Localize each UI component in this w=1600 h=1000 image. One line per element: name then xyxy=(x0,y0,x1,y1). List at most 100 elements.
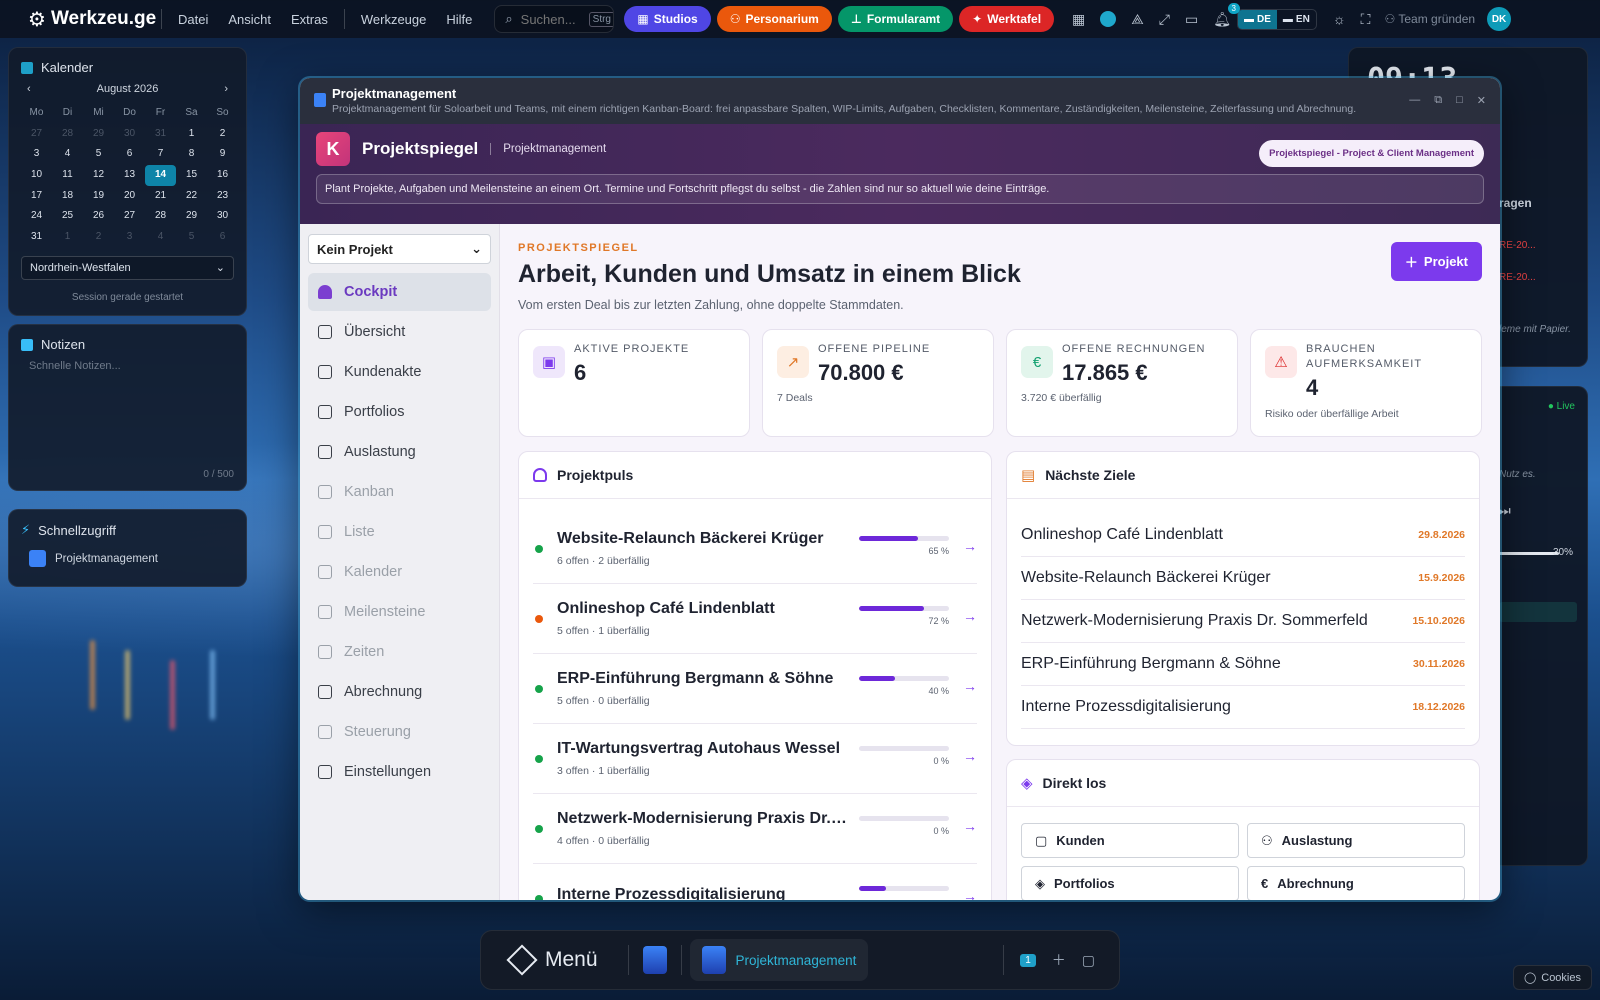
bell-icon[interactable]: 🔔︎ 3 xyxy=(1213,2,1240,28)
stat-card[interactable]: ⚠ Brauchen Aufmerksamkeit 4 Risiko oder übe… xyxy=(1250,329,1482,437)
restore-icon[interactable]: ⧉ xyxy=(1434,94,1442,107)
calendar-day[interactable]: 27 xyxy=(114,206,145,227)
project-row[interactable]: Interne Prozessdigitalisierung → xyxy=(533,864,977,900)
sun-icon[interactable]: ☼ xyxy=(1333,11,1346,27)
sidebar-item-cockpit[interactable]: Cockpit xyxy=(308,273,491,311)
close-icon[interactable]: ✕ xyxy=(1477,94,1486,107)
goal-row[interactable]: ERP-Einführung Bergmann & Söhne 30.11.202… xyxy=(1021,643,1465,686)
volume-slider[interactable] xyxy=(1499,552,1559,555)
direct-abrechnung-button[interactable]: € Abrechnung xyxy=(1247,866,1465,900)
quickaccess-item[interactable]: Projektmanagement xyxy=(9,546,246,571)
sidebar-item-steuerung[interactable]: Steuerung xyxy=(308,713,491,751)
arrow-right-icon[interactable]: → xyxy=(963,818,977,834)
calendar-day[interactable]: 8 xyxy=(176,144,207,165)
goal-row[interactable]: Website-Relaunch Bäckerei Krüger 15.9.202… xyxy=(1021,557,1465,600)
calendar-day[interactable]: 23 xyxy=(207,186,238,207)
calendar-day[interactable]: 21 xyxy=(145,186,176,207)
sidebar-item-zeiten[interactable]: Zeiten xyxy=(308,633,491,671)
sidebar-item-abrechnung[interactable]: Abrechnung xyxy=(308,673,491,711)
app-logo[interactable]: ⚙ Werkzeu.ge xyxy=(0,7,156,32)
calendar-day[interactable]: 31 xyxy=(145,124,176,145)
grid-icon[interactable]: ▦ xyxy=(1072,11,1085,28)
lang-de[interactable]: ▬ DE xyxy=(1238,9,1277,29)
sidebar-item--bersicht[interactable]: Übersicht xyxy=(308,313,491,351)
project-select[interactable]: Kein Projekt ⌄ xyxy=(308,234,491,264)
language-switch[interactable]: ▬ DE ▬ EN xyxy=(1237,8,1317,30)
calendar-day[interactable]: 19 xyxy=(83,186,114,207)
calendar-day[interactable]: 9 xyxy=(207,144,238,165)
chevron-right-icon[interactable]: › xyxy=(224,83,228,95)
region-select[interactable]: Nordrhein-Westfalen ⌄ xyxy=(21,255,234,280)
menu-extras[interactable]: Extras xyxy=(291,12,328,27)
calendar-day[interactable]: 1 xyxy=(176,124,207,145)
search-input[interactable] xyxy=(520,11,581,27)
calendar-day[interactable]: 3 xyxy=(114,227,145,248)
expand-icon[interactable]: ⤢ xyxy=(1159,11,1170,28)
calendar-day[interactable]: 30 xyxy=(114,124,145,145)
start-menu-button[interactable]: Menü xyxy=(481,944,628,976)
calendar-day[interactable]: 16 xyxy=(207,165,238,186)
calendar-day[interactable]: 26 xyxy=(83,206,114,227)
calendar-day[interactable]: 1 xyxy=(52,227,83,248)
sidebar-item-liste[interactable]: Liste xyxy=(308,513,491,551)
menu-hilfe[interactable]: Hilfe xyxy=(446,12,472,27)
window-titlebar[interactable]: Projektmanagement Projektmanagement für … xyxy=(300,78,1500,124)
calendar-day[interactable]: 29 xyxy=(83,124,114,145)
team-link[interactable]: ⚇ Team gründen xyxy=(1384,12,1475,26)
goal-row[interactable]: Netzwerk-Modernisierung Praxis Dr. Somme… xyxy=(1021,600,1465,643)
calendar-day[interactable]: 4 xyxy=(145,227,176,248)
calendar-day[interactable]: 27 xyxy=(21,124,52,145)
menu-werkzeuge[interactable]: Werkzeuge xyxy=(361,12,427,27)
project-row[interactable]: ERP-Einführung Bergmann & Söhne 5 offen ·… xyxy=(533,654,977,724)
calendar-day[interactable]: 6 xyxy=(207,227,238,248)
goal-row[interactable]: Interne Prozessdigitalisierung 18.12.2026 xyxy=(1021,686,1465,729)
notes-input[interactable]: Schnelle Notizen... xyxy=(9,360,246,372)
calendar-day[interactable]: 24 xyxy=(21,206,52,227)
stat-card[interactable]: € Offene Rechnungen 17.865 € 3.720 € überfä… xyxy=(1006,329,1238,437)
direct-kunden-button[interactable]: ▢ Kunden xyxy=(1021,823,1239,858)
calendar-day[interactable]: 20 xyxy=(114,186,145,207)
calendar-day[interactable]: 18 xyxy=(52,186,83,207)
stat-card[interactable]: ▣ Aktive Projekte 6 xyxy=(518,329,750,437)
calendar-day[interactable]: 7 xyxy=(145,144,176,165)
calendar-day[interactable]: 14 xyxy=(145,165,176,186)
menu-datei[interactable]: Datei xyxy=(178,12,208,27)
sidebar-item-auslastung[interactable]: Auslastung xyxy=(308,433,491,471)
maximize-icon[interactable]: □ xyxy=(1456,94,1463,107)
sidebar-item-einstellungen[interactable]: Einstellungen xyxy=(308,753,491,791)
calendar-day[interactable]: 22 xyxy=(176,186,207,207)
plus-icon[interactable]: ＋ xyxy=(1052,950,1066,970)
calendar-day[interactable]: 2 xyxy=(207,124,238,145)
fullscreen-icon[interactable]: ⛶ xyxy=(1361,11,1371,28)
calendar-day[interactable]: 17 xyxy=(21,186,52,207)
calendar-day[interactable]: 28 xyxy=(145,206,176,227)
calendar-day[interactable]: 31 xyxy=(21,227,52,248)
calendar-day[interactable]: 12 xyxy=(83,165,114,186)
calendar-day[interactable]: 4 xyxy=(52,144,83,165)
calendar-day[interactable]: 3 xyxy=(21,144,52,165)
network-icon[interactable]: ⟁ xyxy=(1131,11,1144,28)
pill-werktafel[interactable]: ✦ Werktafel xyxy=(959,6,1055,32)
pill-personarium[interactable]: ⚇ Personarium xyxy=(716,6,832,32)
arrow-right-icon[interactable]: → xyxy=(963,608,977,624)
arrow-right-icon[interactable]: → xyxy=(963,678,977,694)
calendar-day[interactable]: 28 xyxy=(52,124,83,145)
pill-formularamt[interactable]: ⊥ Formularamt xyxy=(837,6,954,32)
workspace-indicator[interactable]: 1 xyxy=(1020,953,1036,967)
minimize-icon[interactable]: — xyxy=(1409,94,1420,107)
calendar-day[interactable]: 6 xyxy=(114,144,145,165)
sidebar-item-kalender[interactable]: Kalender xyxy=(308,553,491,591)
calendar-day[interactable]: 29 xyxy=(176,206,207,227)
direct-portfolios-button[interactable]: ◈ Portfolios xyxy=(1021,866,1239,900)
desktop-icon[interactable]: ▢ xyxy=(1082,952,1095,969)
calendar-day[interactable]: 15 xyxy=(176,165,207,186)
sidebar-item-meilensteine[interactable]: Meilensteine xyxy=(308,593,491,631)
direct-auslastung-button[interactable]: ⚇ Auslastung xyxy=(1247,823,1465,858)
project-row[interactable]: Website-Relaunch Bäckerei Krüger 6 offen … xyxy=(533,514,977,584)
arrow-right-icon[interactable]: → xyxy=(963,748,977,764)
arrow-right-icon[interactable]: → xyxy=(963,538,977,554)
calendar-day[interactable]: 5 xyxy=(83,144,114,165)
search-box[interactable]: ⌕ Strg xyxy=(494,5,615,33)
project-row[interactable]: Netzwerk-Modernisierung Praxis Dr. Somme… xyxy=(533,794,977,864)
new-project-button[interactable]: ＋ Projekt xyxy=(1390,242,1482,281)
